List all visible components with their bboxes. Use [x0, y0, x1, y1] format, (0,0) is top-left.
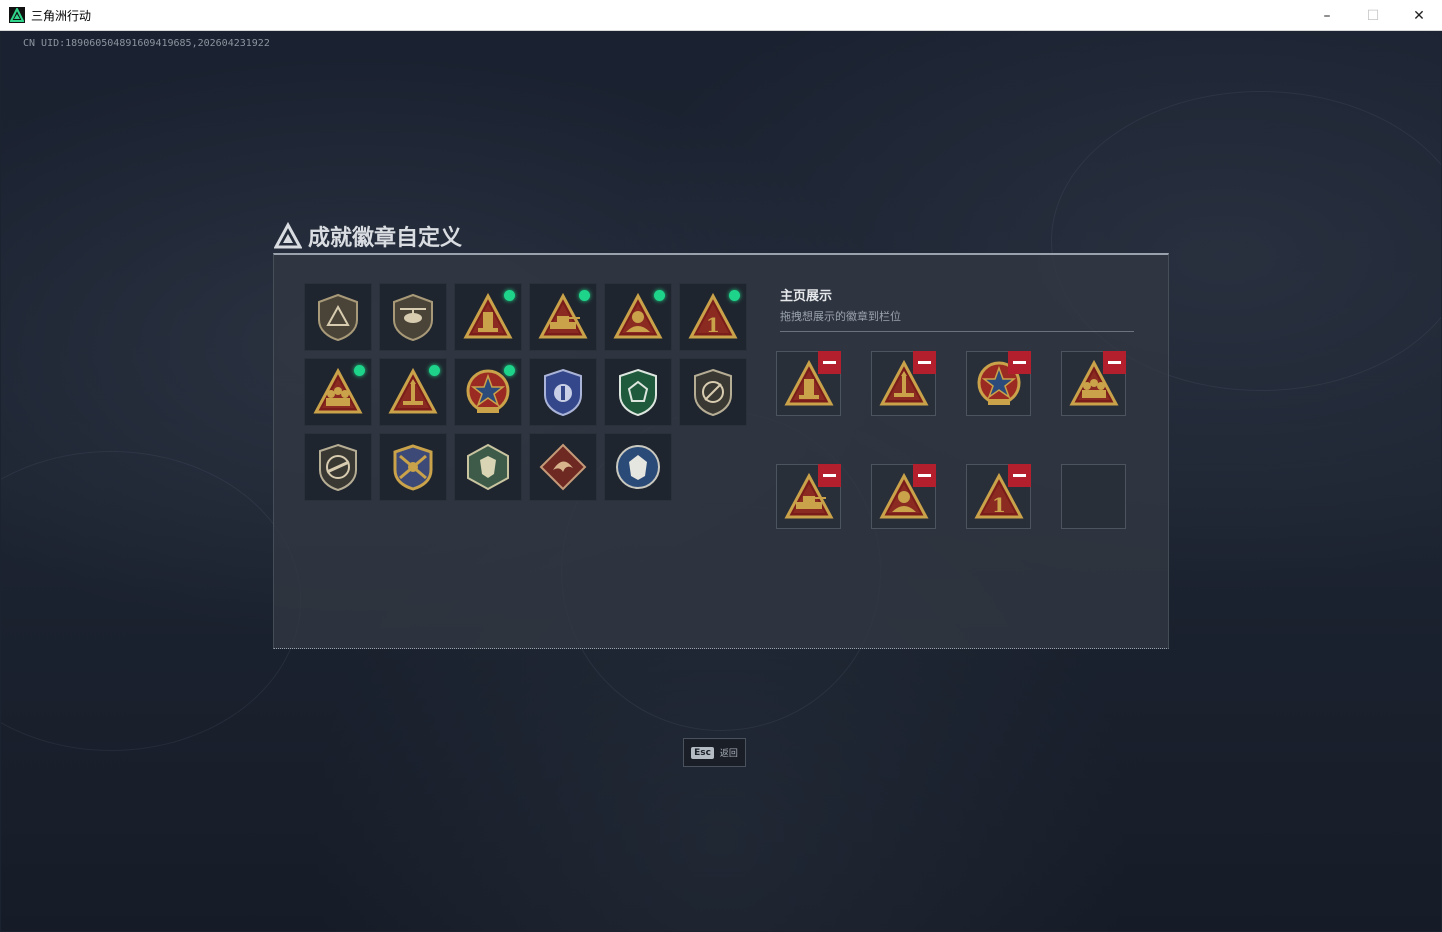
shield-logo-badge-icon — [313, 292, 363, 342]
app-logo-icon — [9, 7, 25, 23]
owned-badge-item[interactable] — [454, 283, 522, 351]
owned-badge-item[interactable] — [604, 358, 672, 426]
owned-badge-item[interactable] — [604, 283, 672, 351]
maximize-button[interactable]: ☐ — [1350, 0, 1396, 31]
display-heading: 主页展示 — [780, 289, 833, 304]
owned-badge-item[interactable] — [304, 358, 372, 426]
minimize-button[interactable]: – — [1304, 0, 1350, 31]
remove-badge-button[interactable] — [1103, 351, 1126, 374]
svg-text:1: 1 — [992, 493, 1006, 517]
remove-badge-button[interactable] — [913, 351, 936, 374]
display-slot-filled[interactable] — [1061, 351, 1126, 416]
owned-badge-item[interactable] — [604, 433, 672, 501]
green-shield-badge-icon — [613, 367, 663, 417]
owned-badge-item[interactable] — [529, 433, 597, 501]
remove-badge-button[interactable] — [1008, 464, 1031, 487]
owned-badge-item[interactable] — [529, 358, 597, 426]
dialog-title: 成就徽章自定义 — [308, 226, 463, 251]
display-slot-grid: 1 — [776, 351, 1126, 529]
display-subheading: 拖拽想展示的徽章到栏位 — [780, 310, 901, 323]
round-wolf-badge-icon — [613, 442, 663, 492]
new-indicator-dot — [429, 365, 440, 376]
display-slot-filled[interactable] — [871, 464, 936, 529]
minus-icon — [823, 474, 836, 477]
home-display-header: 主页展示 拖拽想展示的徽章到栏位 — [780, 285, 1134, 332]
new-indicator-dot — [579, 290, 590, 301]
esc-label: 返回 — [719, 749, 738, 759]
owned-badge-grid: 1 — [304, 283, 747, 501]
display-slot-filled[interactable] — [966, 351, 1031, 416]
dialog-header: 成就徽章自定义 — [274, 220, 462, 252]
display-slot-empty[interactable] — [1061, 464, 1126, 529]
remove-badge-button[interactable] — [913, 464, 936, 487]
crossed-wings-badge-icon — [388, 442, 438, 492]
new-indicator-dot — [729, 290, 740, 301]
new-indicator-dot — [654, 290, 665, 301]
owned-badge-item[interactable] — [454, 358, 522, 426]
owned-badge-item[interactable]: 1 — [679, 283, 747, 351]
minus-icon — [918, 474, 931, 477]
remove-badge-button[interactable] — [818, 351, 841, 374]
display-slot-filled[interactable] — [776, 351, 841, 416]
remove-badge-button[interactable] — [1008, 351, 1031, 374]
owned-badge-item[interactable] — [529, 283, 597, 351]
blue-police-badge-icon — [538, 367, 588, 417]
map-contour — [1, 451, 301, 751]
display-slot-filled[interactable] — [776, 464, 841, 529]
owned-badge-item[interactable] — [379, 283, 447, 351]
rifle-shield-badge-icon — [313, 442, 363, 492]
owned-badge-item[interactable] — [379, 358, 447, 426]
window-controls: – ☐ ✕ — [1304, 0, 1442, 31]
window-titlebar: 三角洲行动 – ☐ ✕ — [0, 0, 1442, 31]
minus-icon — [1108, 361, 1121, 364]
display-slot-filled[interactable]: 1 — [966, 464, 1031, 529]
divider — [780, 331, 1134, 332]
minus-icon — [823, 361, 836, 364]
window-title: 三角洲行动 — [31, 8, 92, 23]
hex-wolf-badge-icon — [463, 442, 513, 492]
close-button[interactable]: ✕ — [1396, 0, 1442, 31]
display-slot-filled[interactable] — [871, 351, 936, 416]
owned-badge-item[interactable] — [304, 283, 372, 351]
owned-badge-item[interactable] — [454, 433, 522, 501]
owned-badge-item[interactable] — [679, 358, 747, 426]
new-indicator-dot — [504, 365, 515, 376]
uid-label: CN UID:189060504891609419685,20260423192… — [23, 38, 270, 49]
badge-customize-panel: 1 主页展示 拖拽想展示的徽章到栏位 1 — [273, 253, 1169, 649]
esc-back-button[interactable]: Esc 返回 — [683, 738, 746, 767]
remove-badge-button[interactable] — [818, 464, 841, 487]
delta-logo-icon — [274, 222, 302, 249]
new-indicator-dot — [354, 365, 365, 376]
svg-text:1: 1 — [706, 313, 720, 337]
owned-badge-item[interactable] — [379, 433, 447, 501]
minus-icon — [1013, 474, 1026, 477]
helicopter-badge-icon — [388, 292, 438, 342]
no-weapon-shield-badge-icon — [688, 367, 738, 417]
red-dragon-badge-icon — [538, 442, 588, 492]
owned-badge-item[interactable] — [304, 433, 372, 501]
esc-key-icon: Esc — [691, 746, 714, 759]
minus-icon — [918, 361, 931, 364]
new-indicator-dot — [504, 290, 515, 301]
minus-icon — [1013, 361, 1026, 364]
